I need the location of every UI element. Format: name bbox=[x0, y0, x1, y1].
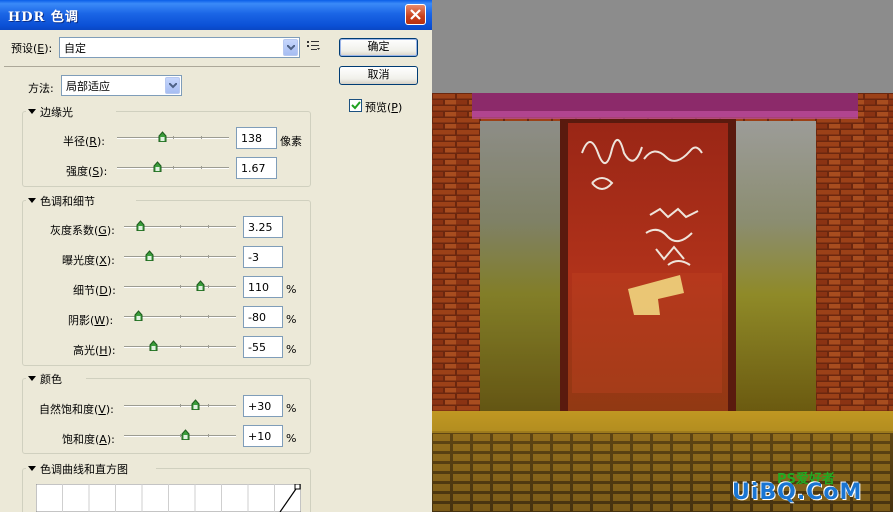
gamma-label: 灰度系数(G): bbox=[50, 224, 115, 237]
method-select[interactable]: 局部适应 bbox=[61, 75, 182, 96]
close-button[interactable] bbox=[405, 4, 426, 25]
saturation-unit: % bbox=[286, 432, 297, 445]
collapse-triangle-icon bbox=[28, 109, 36, 114]
detail-label: 细节(D): bbox=[73, 284, 116, 297]
preset-select[interactable]: 自定 bbox=[59, 37, 300, 58]
highlight-label: 高光(H): bbox=[73, 344, 116, 357]
slider-thumb[interactable] bbox=[196, 280, 205, 291]
vibrance-slider[interactable] bbox=[124, 399, 236, 413]
slider-thumb[interactable] bbox=[153, 161, 162, 172]
slider-tick bbox=[180, 285, 181, 288]
slider-tick bbox=[173, 166, 174, 169]
curve-header[interactable]: 色调曲线和直方图 bbox=[26, 461, 156, 477]
preset-value: 自定 bbox=[64, 42, 86, 55]
slider-tick bbox=[208, 315, 209, 318]
chevron-down-icon bbox=[287, 45, 295, 51]
slider-tick bbox=[201, 136, 202, 139]
saturation-slider[interactable] bbox=[124, 429, 236, 443]
shadow-field[interactable]: -80 bbox=[243, 306, 283, 328]
list-menu-icon[interactable] bbox=[307, 40, 321, 52]
color-header[interactable]: 颜色 bbox=[26, 371, 86, 387]
slider-tick bbox=[208, 285, 209, 288]
slider-thumb[interactable] bbox=[158, 131, 167, 142]
ok-button[interactable]: 确定 bbox=[339, 38, 418, 57]
saturation-field[interactable]: +10 bbox=[243, 425, 283, 447]
vibrance-field[interactable]: +30 bbox=[243, 395, 283, 417]
collapse-triangle-icon bbox=[28, 376, 36, 381]
tone-curve-graph[interactable] bbox=[36, 484, 301, 512]
shadow-label: 阴影(W): bbox=[68, 314, 114, 327]
dialog-title: HDR 色调 bbox=[8, 10, 79, 25]
vibrance-label: 自然饱和度(V): bbox=[39, 403, 114, 416]
strength-label: 强度(S): bbox=[66, 165, 108, 178]
preset-dropdown-button[interactable] bbox=[283, 39, 298, 56]
slider-tick bbox=[208, 345, 209, 348]
watermark-text: UiBQ.CoM bbox=[732, 480, 863, 505]
slider-thumb[interactable] bbox=[191, 399, 200, 410]
radius-unit: 像素 bbox=[280, 135, 302, 148]
slider-thumb[interactable] bbox=[134, 310, 143, 321]
edge-glow-header[interactable]: 边缘光 bbox=[26, 104, 116, 120]
close-icon bbox=[410, 9, 421, 20]
slider-tick bbox=[173, 136, 174, 139]
slider-tick bbox=[180, 225, 181, 228]
preview-checkbox[interactable] bbox=[349, 99, 362, 112]
hdr-preview-image bbox=[432, 93, 893, 512]
checkmark-icon bbox=[351, 101, 361, 110]
edge-glow-title: 边缘光 bbox=[37, 104, 76, 120]
slider-tick bbox=[180, 255, 181, 258]
tone-detail-title: 色调和细节 bbox=[37, 193, 98, 209]
preset-label: 预设(E): bbox=[11, 42, 53, 55]
shadow-unit: % bbox=[286, 313, 297, 326]
hdr-toning-dialog: HDR 色调 预设(E): 自定 确定 取消 预览(P) 方法: 局部适应 边缘… bbox=[0, 0, 432, 512]
slider-thumb[interactable] bbox=[136, 220, 145, 231]
shadow-slider[interactable] bbox=[124, 310, 236, 324]
slider-tick bbox=[208, 225, 209, 228]
slider-thumb[interactable] bbox=[145, 250, 154, 261]
slider-tick bbox=[180, 315, 181, 318]
separator bbox=[4, 66, 320, 67]
title-bar[interactable]: HDR 色调 bbox=[0, 0, 432, 30]
collapse-triangle-icon bbox=[28, 466, 36, 471]
slider-tick bbox=[201, 166, 202, 169]
detail-field[interactable]: 110 bbox=[243, 276, 283, 298]
curve-title: 色调曲线和直方图 bbox=[37, 461, 131, 477]
exposure-field[interactable]: -3 bbox=[243, 246, 283, 268]
highlight-field[interactable]: -55 bbox=[243, 336, 283, 358]
color-title: 颜色 bbox=[37, 371, 65, 387]
highlight-slider[interactable] bbox=[124, 340, 236, 354]
slider-tick bbox=[180, 404, 181, 407]
detail-slider[interactable] bbox=[124, 280, 236, 294]
slider-tick bbox=[180, 345, 181, 348]
detail-unit: % bbox=[286, 283, 297, 296]
chevron-down-icon bbox=[169, 83, 177, 89]
radius-field[interactable]: 138 bbox=[236, 127, 277, 149]
strength-field[interactable]: 1.67 bbox=[236, 157, 277, 179]
slider-tick bbox=[208, 404, 209, 407]
radius-slider[interactable] bbox=[117, 131, 229, 145]
gamma-field[interactable]: 3.25 bbox=[243, 216, 283, 238]
slider-thumb[interactable] bbox=[149, 340, 158, 351]
preview-label[interactable]: 预览(P) bbox=[365, 99, 402, 115]
saturation-label: 饱和度(A): bbox=[62, 433, 115, 446]
slider-tick bbox=[208, 255, 209, 258]
cancel-button[interactable]: 取消 bbox=[339, 66, 418, 85]
strength-slider[interactable] bbox=[117, 161, 229, 175]
vibrance-unit: % bbox=[286, 402, 297, 415]
highlight-unit: % bbox=[286, 343, 297, 356]
slider-tick bbox=[208, 434, 209, 437]
method-label: 方法: bbox=[28, 82, 54, 95]
exposure-label: 曝光度(X): bbox=[62, 254, 115, 267]
method-dropdown-button[interactable] bbox=[165, 77, 180, 94]
collapse-triangle-icon bbox=[28, 198, 36, 203]
gamma-slider[interactable] bbox=[124, 220, 236, 234]
exposure-slider[interactable] bbox=[124, 250, 236, 264]
method-value: 局部适应 bbox=[66, 80, 110, 93]
tone-detail-header[interactable]: 色调和细节 bbox=[26, 193, 136, 209]
slider-thumb[interactable] bbox=[181, 429, 190, 440]
radius-label: 半径(R): bbox=[63, 135, 105, 148]
